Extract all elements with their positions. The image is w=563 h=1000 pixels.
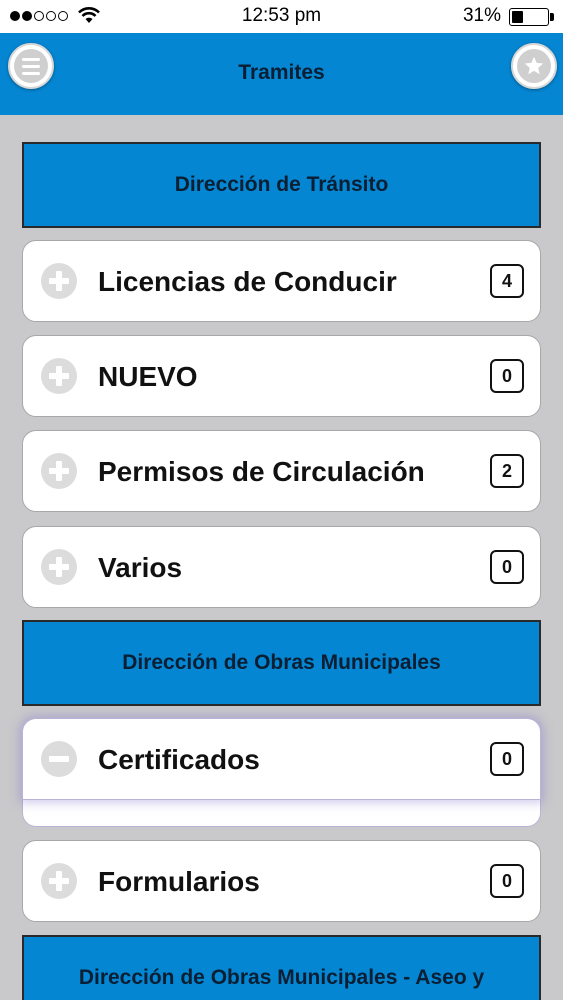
list-item-permisos[interactable]: Permisos de Circulación 2 bbox=[22, 430, 541, 512]
count-badge: 0 bbox=[490, 864, 524, 898]
list-item-label: Certificados bbox=[98, 744, 260, 775]
plus-icon[interactable] bbox=[41, 549, 77, 585]
hamburger-menu-icon bbox=[14, 49, 48, 83]
section-header-transito: Dirección de Tránsito bbox=[22, 142, 541, 228]
minus-icon[interactable] bbox=[41, 741, 77, 777]
plus-icon[interactable] bbox=[41, 453, 77, 489]
list-item-label: NUEVO bbox=[98, 361, 198, 392]
count-badge: 2 bbox=[490, 454, 524, 488]
list-item-formularios[interactable]: Formularios 0 bbox=[22, 840, 541, 922]
list-item-label: Permisos de Circulación bbox=[98, 456, 425, 487]
count-badge: 0 bbox=[490, 742, 524, 776]
count-badge: 4 bbox=[490, 264, 524, 298]
page-title: Tramites bbox=[238, 61, 325, 84]
plus-icon[interactable] bbox=[41, 863, 77, 899]
star-icon bbox=[517, 49, 551, 83]
nav-bar: Tramites bbox=[0, 33, 563, 115]
favorites-button[interactable] bbox=[511, 43, 557, 89]
battery-icon bbox=[509, 8, 549, 26]
list-item-varios[interactable]: Varios 0 bbox=[22, 526, 541, 608]
list-item-certificados[interactable]: Certificados 0 bbox=[22, 718, 541, 800]
section-header-obras: Dirección de Obras Municipales bbox=[22, 620, 541, 706]
section-header-obras-aseo: Dirección de Obras Municipales - Aseo y bbox=[22, 935, 541, 1000]
app-screen: 12:53 pm 31% Tramites Dirección de Tráns… bbox=[0, 0, 563, 1000]
count-badge: 0 bbox=[490, 550, 524, 584]
battery-percentage: 31% bbox=[462, 5, 501, 26]
count-badge: 0 bbox=[490, 359, 524, 393]
list-item-nuevo[interactable]: NUEVO 0 bbox=[22, 335, 541, 417]
list-item-label: Varios bbox=[98, 552, 183, 583]
expanded-drawer bbox=[22, 797, 541, 827]
plus-icon[interactable] bbox=[41, 263, 77, 299]
list-item-label: Formularios bbox=[98, 866, 260, 897]
plus-icon[interactable] bbox=[41, 358, 77, 394]
list-item-licencias[interactable]: Licencias de Conducir 4 bbox=[22, 240, 541, 322]
list-item-label: Licencias de Conducir bbox=[98, 266, 397, 297]
menu-button[interactable] bbox=[8, 43, 54, 89]
status-bar: 12:53 pm 31% bbox=[0, 0, 563, 33]
